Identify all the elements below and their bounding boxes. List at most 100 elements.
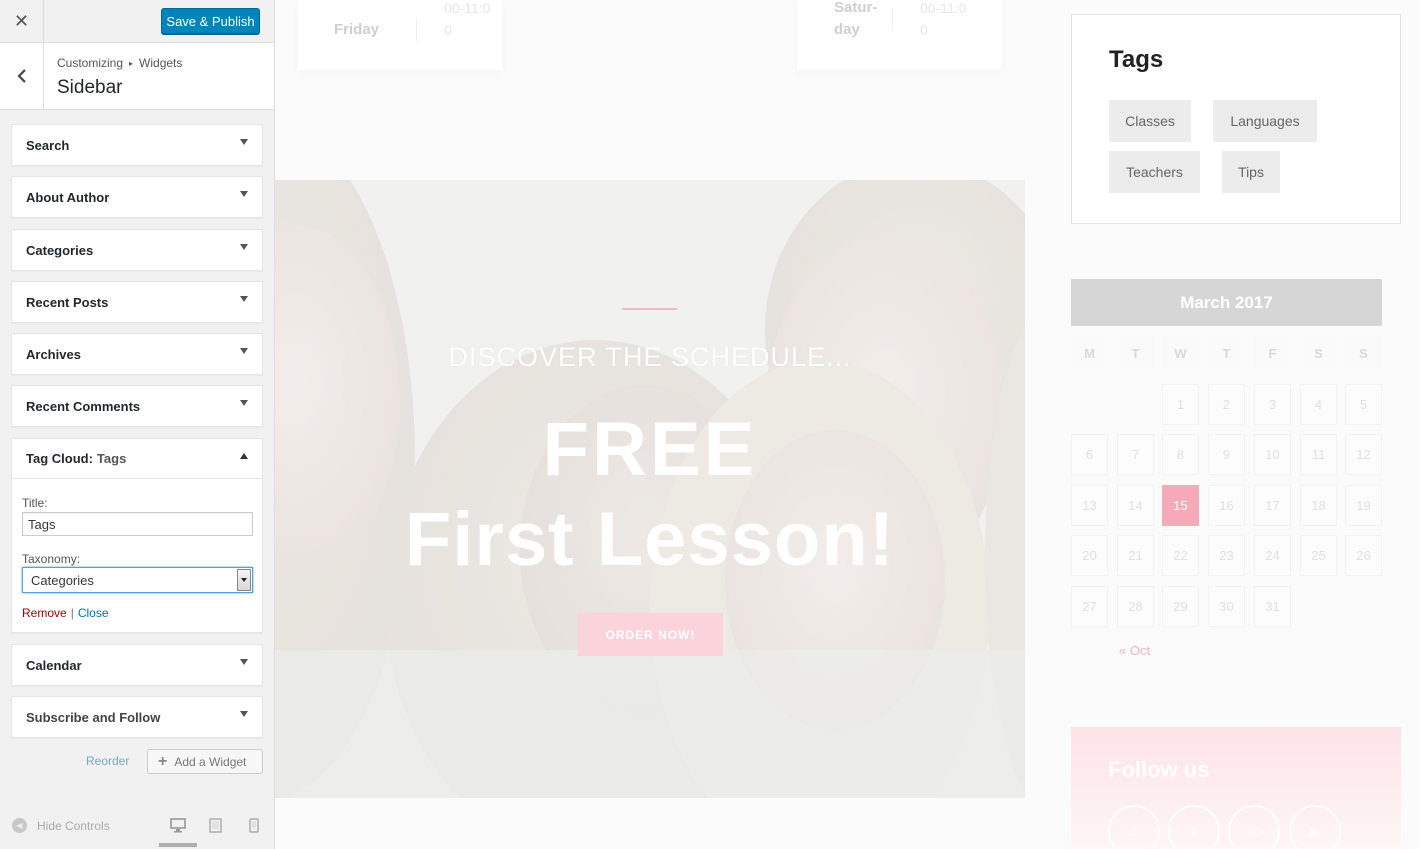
widget-title: Recent Posts <box>26 294 109 310</box>
tag-chip[interactable]: Teachers <box>1109 151 1200 193</box>
widget-archives[interactable]: Archives <box>11 333 263 375</box>
youtube-icon[interactable]: ▶ <box>1289 805 1341 849</box>
site-preview: Friday 00-11:0 0 Satur- day 00-11:0 0 DI… <box>275 0 1419 849</box>
calendar-day[interactable]: 22 <box>1162 535 1199 576</box>
calendar-day[interactable]: 2 <box>1208 384 1245 425</box>
expand-arrow-icon[interactable] <box>240 191 248 197</box>
calendar-day[interactable]: 28 <box>1117 586 1154 627</box>
add-widget-button[interactable]: + Add a Widget <box>147 749 263 774</box>
calendar-day[interactable]: 10 <box>1254 434 1291 475</box>
tag-chip[interactable]: Classes <box>1109 100 1191 142</box>
calendar-day[interactable]: 17 <box>1254 485 1291 526</box>
mobile-preview-icon[interactable] <box>249 818 259 833</box>
collapse-icon: ◀ <box>12 818 27 833</box>
calendar-prev-link[interactable]: « Oct <box>1119 643 1150 658</box>
reorder-link[interactable]: Reorder <box>86 754 129 768</box>
chevron-left-icon <box>16 69 26 83</box>
widget-subtitle: Tags <box>96 451 127 466</box>
widget-title: Archives <box>26 346 81 362</box>
calendar-day[interactable]: 5 <box>1345 384 1382 425</box>
taxonomy-select[interactable]: Categories <box>22 567 253 593</box>
expand-arrow-icon[interactable] <box>240 139 248 145</box>
expand-arrow-icon[interactable] <box>240 400 248 406</box>
widget-title: About Author <box>26 189 110 205</box>
calendar-day[interactable]: 26 <box>1345 535 1382 576</box>
tablet-preview-icon[interactable] <box>209 818 222 833</box>
desktop-preview-icon[interactable] <box>170 818 186 833</box>
calendar-day[interactable]: 21 <box>1117 535 1154 576</box>
calendar-day[interactable]: 27 <box>1071 586 1108 627</box>
banner-headline-2: First Lesson! <box>404 497 896 582</box>
widget-title: Search <box>26 137 70 153</box>
calendar-day[interactable]: 20 <box>1071 535 1108 576</box>
calendar-day[interactable]: 29 <box>1162 586 1199 627</box>
calendar-day[interactable]: 12 <box>1345 434 1382 475</box>
calendar-month: March 2017 <box>1071 279 1382 326</box>
calendar-day[interactable]: 18 <box>1300 485 1337 526</box>
calendar-day[interactable]: 6 <box>1071 434 1108 475</box>
calendar-day[interactable]: 4 <box>1300 384 1337 425</box>
widget-recent-posts[interactable]: Recent Posts <box>11 281 263 323</box>
twitter-icon[interactable]: t <box>1168 805 1220 849</box>
expand-arrow-icon[interactable] <box>240 244 248 250</box>
customizer-panel: ✕ Save & Publish Customizing ▸ Widgets S… <box>0 0 275 849</box>
calendar-day[interactable]: 16 <box>1208 485 1245 526</box>
widget-tag-cloud: Tag Cloud: Tags Title: Tags Taxonomy: Ca… <box>11 438 263 633</box>
dropdown-arrow-icon[interactable] <box>237 569 251 591</box>
calendar-day[interactable]: 7 <box>1117 434 1154 475</box>
tags-widget: Tags Classes Languages Teachers Tips <box>1071 14 1401 224</box>
active-device-indicator <box>159 843 197 847</box>
hide-controls-button[interactable]: ◀ Hide Controls <box>12 818 110 833</box>
expand-arrow-icon[interactable] <box>240 296 248 302</box>
panel-footer: ◀ Hide Controls <box>0 805 274 849</box>
calendar-day[interactable]: 3 <box>1254 384 1291 425</box>
widget-recent-comments[interactable]: Recent Comments <box>11 385 263 427</box>
widget-about-author[interactable]: About Author <box>11 176 263 218</box>
schedule-day: Friday <box>334 21 380 38</box>
remove-link[interactable]: Remove <box>22 606 67 620</box>
instagram-icon[interactable]: ◎ <box>1228 805 1280 849</box>
save-publish-button[interactable]: Save & Publish <box>161 8 260 34</box>
add-widget-label: Add a Widget <box>174 754 247 769</box>
widget-title: Tag Cloud: <box>26 451 93 466</box>
calendar-day[interactable]: 24 <box>1254 535 1291 576</box>
close-customizer-button[interactable]: ✕ <box>0 0 44 43</box>
collapse-arrow-icon[interactable] <box>240 453 248 459</box>
calendar-day[interactable]: 8 <box>1162 434 1199 475</box>
widget-calendar[interactable]: Calendar <box>11 644 263 686</box>
tag-chip[interactable]: Languages <box>1213 100 1317 142</box>
widget-subscribe-follow[interactable]: Subscribe and Follow <box>11 696 263 738</box>
calendar-day[interactable]: 11 <box>1300 434 1337 475</box>
back-button[interactable] <box>0 43 44 109</box>
expand-arrow-icon[interactable] <box>240 348 248 354</box>
calendar-day[interactable]: 14 <box>1117 485 1154 526</box>
widget-search[interactable]: Search <box>11 124 263 166</box>
section-header: Customizing ▸ Widgets Sidebar <box>0 43 274 110</box>
title-field[interactable]: Tags <box>22 512 253 536</box>
calendar-day[interactable]: 30 <box>1208 586 1245 627</box>
taxonomy-selected-value: Categories <box>31 572 94 588</box>
calendar-day[interactable]: 13 <box>1071 485 1108 526</box>
close-link[interactable]: Close <box>78 606 109 620</box>
tag-chip[interactable]: Tips <box>1222 151 1280 193</box>
facebook-icon[interactable]: f <box>1108 805 1160 849</box>
calendar-day[interactable]: 9 <box>1208 434 1245 475</box>
expand-arrow-icon[interactable] <box>240 659 248 665</box>
calendar-day[interactable]: 23 <box>1208 535 1245 576</box>
calendar-weekday: T <box>1208 333 1245 374</box>
calendar-day[interactable]: 1 <box>1162 384 1199 425</box>
calendar-day[interactable]: 31 <box>1254 586 1291 627</box>
panel-header: ✕ Save & Publish <box>0 0 274 43</box>
banner-headline: FREE <box>542 407 758 492</box>
expand-arrow-icon[interactable] <box>240 711 248 717</box>
tags-title: Tags <box>1109 46 1164 73</box>
calendar-today[interactable]: 15 <box>1162 485 1199 526</box>
breadcrumb-item: Customizing <box>57 56 124 70</box>
order-now-button[interactable]: ORDER NOW! <box>578 613 723 656</box>
calendar-day[interactable]: 25 <box>1300 535 1337 576</box>
widget-tag-cloud-header[interactable]: Tag Cloud: Tags <box>12 439 262 479</box>
plus-icon: + <box>158 752 168 770</box>
schedule-day: day <box>834 21 860 38</box>
calendar-day[interactable]: 19 <box>1345 485 1382 526</box>
widget-categories[interactable]: Categories <box>11 229 263 271</box>
